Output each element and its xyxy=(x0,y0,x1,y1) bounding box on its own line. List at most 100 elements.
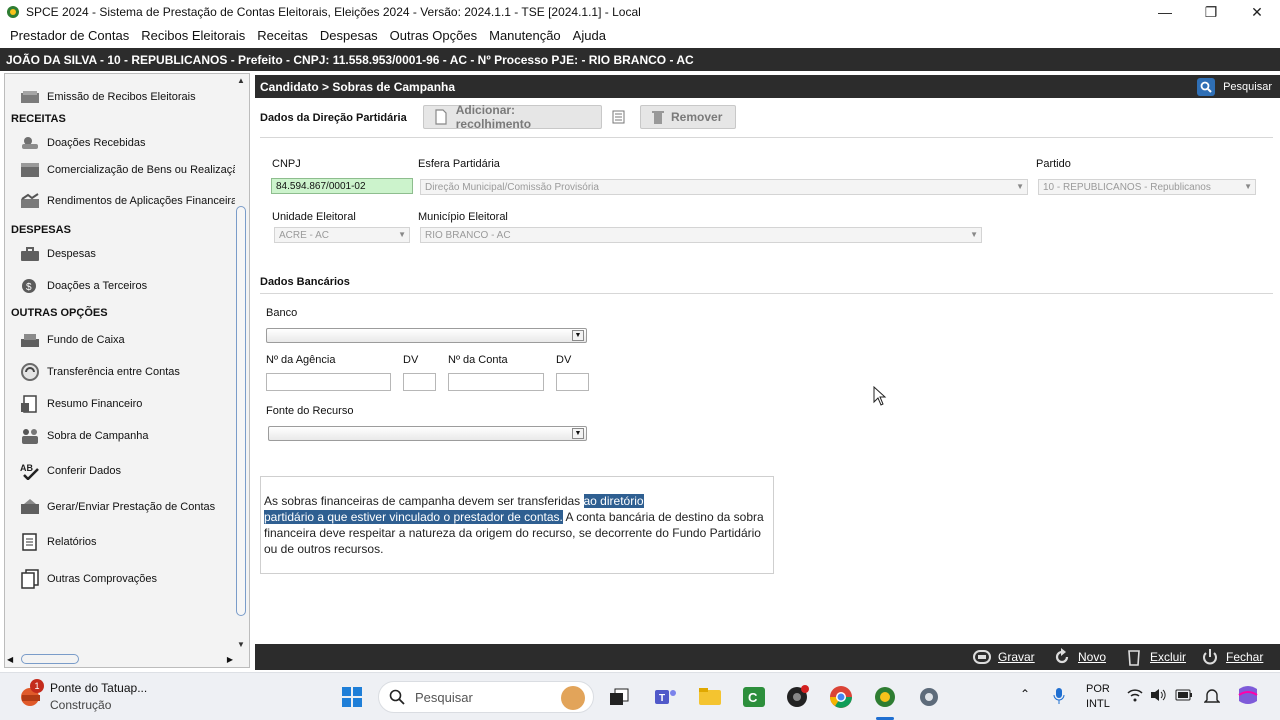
language-code: POR xyxy=(1086,683,1110,695)
sidebar-item-gerar-enviar[interactable]: Gerar/Enviar Prestação de Contas xyxy=(19,496,215,518)
svg-text:AB: AB xyxy=(20,463,33,473)
sidebar-item-despesas[interactable]: Despesas xyxy=(19,243,96,265)
notifications-bell-icon[interactable] xyxy=(1203,687,1221,708)
scroll-down-icon[interactable]: ▼ xyxy=(235,640,247,652)
add-recolhimento-button[interactable]: Adicionar: recolhimento xyxy=(423,103,602,131)
fonte-select[interactable]: ▼ xyxy=(268,426,587,441)
novo-button[interactable]: Novo xyxy=(1052,644,1106,670)
sidebar-item-sobra[interactable]: Sobra de Campanha xyxy=(19,425,149,447)
sidebar-content: Emissão de Recibos Eleitorais RECEITAS D… xyxy=(5,74,235,652)
menu-receitas[interactable]: Receitas xyxy=(257,28,308,43)
sidebar-item-transferencia[interactable]: Transferência entre Contas xyxy=(19,361,180,383)
excluir-button[interactable]: Excluir xyxy=(1124,644,1186,670)
cnpj-field[interactable]: 84.594.867/0001-02 xyxy=(271,178,413,194)
dv-conta-input[interactable] xyxy=(556,373,589,391)
banco-label: Banco xyxy=(266,307,298,319)
scroll-right-icon[interactable]: ▶ xyxy=(227,655,233,664)
transfer-icon xyxy=(19,363,41,381)
sidebar-item-comercializacao[interactable]: Comercialização de Bens ou Realização de… xyxy=(19,159,235,181)
camtasia-icon[interactable]: C xyxy=(738,681,770,713)
sidebar-item-fundo-caixa[interactable]: Fundo de Caixa xyxy=(19,329,125,351)
sidebar-item-recibos[interactable]: Emissão de Recibos Eleitorais xyxy=(19,86,196,108)
sidebar-item-label: Fundo de Caixa xyxy=(47,334,125,346)
language-indicator[interactable]: POR INTL xyxy=(1086,682,1110,712)
agencia-input[interactable] xyxy=(266,373,391,391)
scroll-thumb[interactable] xyxy=(236,206,246,616)
volume-icon[interactable] xyxy=(1150,688,1168,705)
menu-recibos[interactable]: Recibos Eleitorais xyxy=(141,28,245,43)
sidebar-vertical-scrollbar[interactable]: ▲ ▼ xyxy=(235,76,247,652)
menu-manutencao[interactable]: Manutenção xyxy=(489,28,561,43)
sidebar-item-label: Despesas xyxy=(47,248,96,260)
menu-ajuda[interactable]: Ajuda xyxy=(573,28,606,43)
chevron-down-icon: ▼ xyxy=(398,230,406,239)
svg-text:$: $ xyxy=(26,282,32,293)
sidebar-item-conferir[interactable]: AB Conferir Dados xyxy=(19,460,121,482)
sidebar-item-relatorios[interactable]: Relatórios xyxy=(19,531,97,553)
file-explorer-icon[interactable] xyxy=(694,681,726,713)
sidebar-item-label: Transferência entre Contas xyxy=(47,366,180,378)
recorder-icon[interactable] xyxy=(781,681,813,713)
chevron-down-icon: ▼ xyxy=(970,230,978,239)
battery-icon[interactable] xyxy=(1175,689,1193,704)
microphone-icon[interactable] xyxy=(1053,687,1065,708)
sidebar-item-outras-comprovacoes[interactable]: Outras Comprovações xyxy=(19,568,157,590)
close-button[interactable]: ✕ xyxy=(1234,0,1280,24)
sidebar-item-rendimentos[interactable]: Rendimentos de Aplicações Financeiras xyxy=(19,190,235,212)
search-placeholder: Pesquisar xyxy=(415,689,473,705)
list-edit-icon[interactable] xyxy=(611,109,627,125)
chevron-down-icon[interactable]: ▼ xyxy=(572,330,584,341)
search-button[interactable]: Pesquisar xyxy=(1197,75,1272,98)
settings-gear-icon[interactable] xyxy=(913,681,945,713)
restore-button[interactable]: ❐ xyxy=(1188,0,1234,24)
menu-despesas[interactable]: Despesas xyxy=(320,28,378,43)
wifi-icon[interactable] xyxy=(1127,688,1143,705)
document-icon xyxy=(19,533,41,551)
scroll-thumb-horizontal[interactable] xyxy=(21,654,79,664)
report-icon xyxy=(19,395,41,413)
save-icon xyxy=(972,647,992,667)
scroll-up-icon[interactable]: ▲ xyxy=(235,76,247,88)
conta-input[interactable] xyxy=(448,373,544,391)
sidebar-item-label: Resumo Financeiro xyxy=(47,398,143,410)
sidebar-item-doacoes[interactable]: Doações Recebidas xyxy=(19,132,145,154)
weather-title[interactable]: Ponte do Tatuap... xyxy=(50,681,147,695)
chrome-icon[interactable] xyxy=(825,681,857,713)
trash-icon xyxy=(1124,647,1144,667)
svg-text:C: C xyxy=(748,690,758,705)
chevron-down-icon[interactable]: ▼ xyxy=(572,428,584,439)
taskbar-search-box[interactable]: Pesquisar xyxy=(378,681,594,713)
minimize-button[interactable]: — xyxy=(1142,0,1188,24)
scroll-left-icon[interactable]: ◀ xyxy=(7,655,13,664)
menu-prestador[interactable]: Prestador de Contas xyxy=(10,28,129,43)
keyboard-layout: INTL xyxy=(1086,698,1110,710)
tray-overflow-icon[interactable]: ⌃ xyxy=(1020,687,1030,701)
power-icon xyxy=(1200,647,1220,667)
sidebar-item-doacoes-terceiros[interactable]: $ Doações a Terceiros xyxy=(19,275,147,297)
weather-widget-icon[interactable]: 1 xyxy=(18,679,48,711)
dv-agencia-input[interactable] xyxy=(403,373,436,391)
windows-start-icon[interactable] xyxy=(336,681,368,713)
remove-button[interactable]: Remover xyxy=(640,105,736,129)
cnpj-label: CNPJ xyxy=(272,158,301,170)
windows-taskbar: 1 Ponte do Tatuap... Construção Pesquisa… xyxy=(0,672,1280,720)
mouse-cursor-icon xyxy=(873,386,887,406)
fechar-button[interactable]: Fechar xyxy=(1200,644,1263,670)
teams-icon[interactable]: T xyxy=(649,681,681,713)
task-view-icon[interactable] xyxy=(603,681,635,713)
section-header-receitas: RECEITAS xyxy=(11,113,66,125)
store-icon xyxy=(19,161,41,179)
gravar-button[interactable]: Gravar xyxy=(972,644,1035,670)
spce-app-icon[interactable] xyxy=(869,681,901,713)
sidebar-horizontal-scrollbar[interactable]: ◀ ▶ xyxy=(7,653,233,665)
menu-outras-opcoes[interactable]: Outras Opções xyxy=(390,28,477,43)
banco-select[interactable]: ▼ xyxy=(266,328,587,343)
investment-icon xyxy=(19,192,41,210)
agencia-label: Nº da Agência xyxy=(266,354,336,366)
excluir-label: Excluir xyxy=(1150,650,1187,664)
sidebar-item-resumo[interactable]: Resumo Financeiro xyxy=(19,393,142,415)
municipio-select: RIO BRANCO - AC ▼ xyxy=(420,227,982,243)
send-icon xyxy=(19,498,41,516)
breadcrumb: Candidato > Sobras de Campanha xyxy=(260,79,456,94)
copilot-icon[interactable] xyxy=(1236,685,1260,710)
